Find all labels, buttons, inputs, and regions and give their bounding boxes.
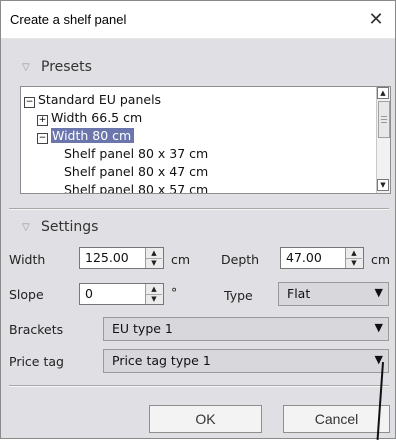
tree-node-shelf-80x37[interactable]: Shelf panel 80 x 37 cm [64, 146, 208, 161]
width-spinbox[interactable]: 125.00 ▲ ▼ [79, 247, 164, 269]
price-tag-dropdown[interactable]: Price tag type 1 ▼ [103, 349, 389, 373]
depth-value: 47.00 [286, 250, 322, 265]
dropdown-arrow-icon: ▼ [374, 286, 383, 299]
brackets-value: EU type 1 [112, 321, 173, 336]
tree-node-standard-eu-panels[interactable]: − Standard EU panels [24, 92, 161, 108]
collapse-icon[interactable]: − [24, 97, 35, 108]
section-divider [9, 385, 389, 387]
tree-node-shelf-80x57[interactable]: Shelf panel 80 x 57 cm [64, 182, 208, 193]
scroll-down-icon[interactable]: ▼ [377, 179, 389, 191]
tree-node-shelf-80x47[interactable]: Shelf panel 80 x 47 cm [64, 164, 208, 179]
tree-scrollbar[interactable]: ▲ ▼ [376, 87, 390, 193]
dialog-window: Create a shelf panel ✕ ▽ Presets − Standar… [0, 0, 396, 439]
type-value: Flat [287, 286, 311, 301]
triangle-down-icon: ▽ [22, 222, 30, 233]
decrement-icon[interactable]: ▼ [146, 294, 162, 304]
tree-node-width-80[interactable]: − Width 80 cm [37, 128, 135, 144]
depth-unit: cm [371, 252, 391, 267]
depth-spinbox[interactable]: 47.00 ▲ ▼ [280, 247, 364, 269]
price-tag-value: Price tag type 1 [112, 353, 211, 368]
price-tag-label: Price tag [9, 354, 64, 369]
collapse-icon[interactable]: − [37, 133, 48, 144]
type-dropdown[interactable]: Flat ▼ [278, 282, 389, 306]
grip-line [381, 116, 387, 117]
slope-spin-buttons: ▲ ▼ [145, 284, 163, 304]
presets-tree[interactable]: − Standard EU panels + Width 66.5 cm − Widt… [20, 86, 391, 194]
depth-label: Depth [221, 252, 260, 267]
width-unit: cm [171, 252, 191, 267]
slope-value: 0 [85, 286, 93, 301]
cancel-button[interactable]: Cancel [283, 405, 390, 433]
decrement-icon[interactable]: ▼ [346, 258, 362, 268]
depth-spin-buttons: ▲ ▼ [345, 248, 363, 268]
expand-icon[interactable]: + [37, 115, 48, 126]
dropdown-arrow-icon: ▼ [374, 321, 383, 334]
width-spin-buttons: ▲ ▼ [145, 248, 163, 268]
slope-unit: ° [171, 285, 178, 300]
slope-label: Slope [9, 287, 44, 302]
ok-button[interactable]: OK [149, 405, 262, 433]
settings-heading: Settings [41, 219, 99, 235]
width-label: Width [9, 252, 46, 267]
decrement-icon[interactable]: ▼ [146, 258, 162, 268]
dialog-title: Create a shelf panel [10, 12, 127, 27]
slope-spinbox[interactable]: 0 ▲ ▼ [79, 283, 164, 305]
section-divider [9, 208, 389, 210]
grip-line [381, 122, 387, 123]
tree-node-width-66-5[interactable]: + Width 66.5 cm [37, 110, 142, 126]
close-icon[interactable]: ✕ [361, 5, 391, 35]
presets-header[interactable]: ▽ Presets [22, 59, 92, 75]
scroll-thumb[interactable] [378, 101, 390, 138]
grip-line [381, 119, 387, 120]
brackets-label: Brackets [9, 322, 64, 337]
presets-heading: Presets [41, 59, 92, 75]
brackets-dropdown[interactable]: EU type 1 ▼ [103, 317, 389, 341]
width-value: 125.00 [85, 250, 129, 265]
title-bar: Create a shelf panel ✕ [1, 1, 395, 39]
triangle-down-icon: ▽ [22, 62, 30, 73]
type-label: Type [224, 288, 253, 303]
settings-header[interactable]: ▽ Settings [22, 219, 98, 235]
scroll-up-icon[interactable]: ▲ [377, 87, 389, 99]
